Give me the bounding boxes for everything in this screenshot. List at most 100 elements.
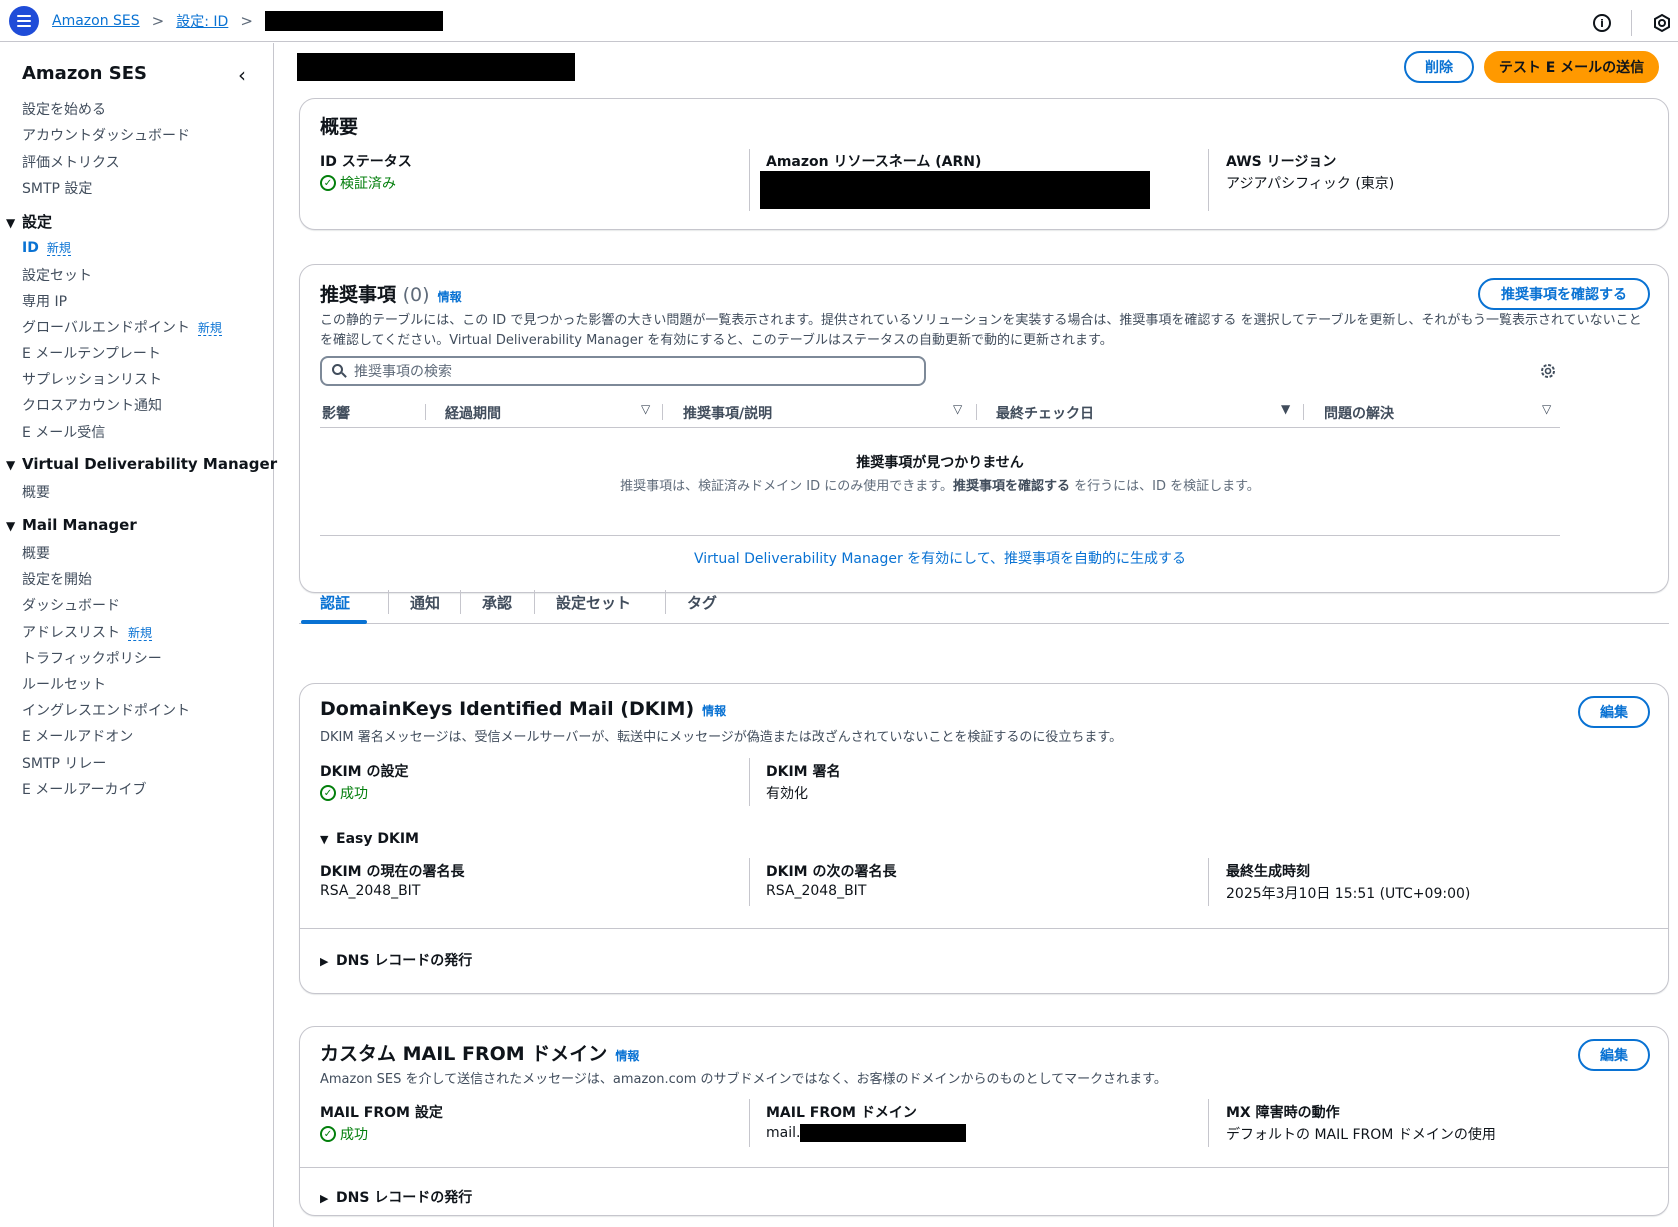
settings-hex-icon[interactable] [1652, 13, 1672, 33]
divider [1631, 10, 1632, 36]
divider [320, 535, 1560, 536]
sidebar-item-mm-getting-started[interactable]: 設定を開始 [22, 569, 92, 589]
sidebar-title[interactable]: Amazon SES [22, 63, 147, 84]
caret-down-icon: ▼ [320, 833, 329, 846]
success-check-icon: ✓ [320, 175, 336, 191]
sidebar-item-mm-overview[interactable]: 概要 [22, 543, 50, 563]
caret-right-icon: ▶ [320, 955, 329, 968]
dkim-title: DomainKeys Identified Mail (DKIM) 情報 [320, 698, 727, 720]
divider [300, 928, 1668, 929]
top-navigation: Amazon SES > 設定: ID > i [0, 0, 1678, 42]
success-check-icon: ✓ [320, 785, 336, 801]
breadcrumb-section[interactable]: 設定: ID [176, 11, 228, 31]
tab-tags[interactable]: タグ [687, 592, 717, 613]
sidebar-item-smtp-settings[interactable]: SMTP 設定 [22, 178, 92, 198]
dkim-next-length-value: RSA_2048_BIT [766, 883, 867, 899]
sort-icon[interactable]: ▽ [641, 402, 650, 416]
mail-from-dns-records-expander[interactable]: ▶ DNS レコードの発行 [320, 1187, 472, 1207]
mail-from-domain-redacted [800, 1124, 967, 1142]
divider [1208, 149, 1209, 211]
column-resolve[interactable]: 問題の解決 [1324, 403, 1394, 423]
dkim-description: DKIM 署名メッセージは、受信メールサーバーが、転送中にメッセージが偽造または… [320, 730, 1123, 745]
dkim-config-value: ✓ 成功 [320, 783, 368, 803]
breadcrumb: Amazon SES > 設定: ID > [52, 11, 443, 31]
caret-right-icon: ▶ [320, 1192, 329, 1205]
sidebar-item-traffic-policies[interactable]: トラフィックポリシー [22, 648, 162, 668]
sidebar-item-vdm-overview[interactable]: 概要 [22, 482, 50, 502]
sidebar-item-email-templates[interactable]: E メールテンプレート [22, 343, 161, 363]
detail-tabs: 認証 通知 承認 設定セット タグ [299, 578, 1669, 624]
divider [749, 758, 750, 806]
sidebar-item-cross-account[interactable]: クロスアカウント通知 [22, 395, 162, 415]
breadcrumb-home[interactable]: Amazon SES [52, 13, 140, 29]
sidebar-item-reputation-metrics[interactable]: 評価メトリクス [22, 152, 120, 172]
gear-icon[interactable] [1539, 362, 1557, 380]
view-recommendations-button[interactable]: 推奨事項を確認する [1478, 278, 1650, 310]
sidebar-item-account-dashboard[interactable]: アカウントダッシュボード [22, 125, 190, 145]
dkim-dns-records-expander[interactable]: ▶ DNS レコードの発行 [320, 950, 472, 970]
sort-icon[interactable]: ▽ [1542, 402, 1551, 416]
sidebar-item-ingress-endpoints[interactable]: イングレスエンドポイント [22, 700, 190, 720]
new-badge: 新規 [46, 241, 71, 256]
sidebar-item-smtp-relay[interactable]: SMTP リレー [22, 753, 106, 773]
column-age[interactable]: 経過期間 [445, 403, 501, 423]
sidebar-item-getting-started[interactable]: 設定を始める [22, 99, 106, 119]
menu-button[interactable] [9, 6, 39, 36]
id-status-label: ID ステータス [320, 154, 412, 170]
sidebar-item-mm-dashboard[interactable]: ダッシュボード [22, 595, 120, 615]
sidebar-item-email-addons[interactable]: E メールアドオン [22, 726, 133, 746]
sidebar-group-settings[interactable]: ▼ 設定 [6, 211, 52, 232]
divider [300, 1167, 1668, 1168]
sidebar-item-global-endpoints[interactable]: グローバルエンドポイント 新規 [22, 317, 222, 337]
easy-dkim-expander[interactable]: ▼ Easy DKIM [320, 831, 419, 847]
tab-configuration-set[interactable]: 設定セット [556, 592, 631, 613]
info-link[interactable]: 情報 [615, 1049, 639, 1063]
dkim-edit-button[interactable]: 編集 [1578, 696, 1650, 728]
send-test-email-button[interactable]: テスト E メールの送信 [1484, 51, 1659, 83]
mail-from-title: カスタム MAIL FROM ドメイン 情報 [320, 1043, 640, 1065]
divider [976, 404, 977, 420]
tab-authentication[interactable]: 認証 [320, 592, 350, 613]
tab-notifications[interactable]: 通知 [410, 592, 440, 613]
mail-from-edit-button[interactable]: 編集 [1578, 1039, 1650, 1071]
sidebar-item-address-lists[interactable]: アドレスリスト 新規 [22, 622, 153, 642]
sidebar-group-vdm[interactable]: ▼ Virtual Deliverability Manager [6, 455, 277, 473]
column-last-checked[interactable]: 最終チェック日 [996, 403, 1094, 423]
arn-label: Amazon リソースネーム (ARN) [766, 154, 982, 170]
sidebar-item-dedicated-ips[interactable]: 専用 IP [22, 291, 67, 311]
info-link[interactable]: 情報 [702, 704, 726, 718]
collapse-sidebar-icon[interactable]: ‹ [238, 63, 246, 87]
arn-value-redacted [760, 171, 1150, 209]
sidebar-item-identities[interactable]: ID 新規 [22, 239, 71, 256]
success-check-icon: ✓ [320, 1126, 336, 1142]
info-icon[interactable]: i [1593, 14, 1611, 32]
sidebar-item-email-receiving[interactable]: E メール受信 [22, 422, 105, 442]
dkim-last-generated-value: 2025年3月10日 15:51 (UTC+09:00) [1226, 886, 1471, 902]
search-icon [332, 364, 347, 378]
info-link[interactable]: 情報 [438, 290, 462, 304]
recommendations-search-input[interactable]: 推奨事項の検索 [320, 356, 926, 386]
sidebar-item-rule-sets[interactable]: ルールセット [22, 674, 106, 694]
mail-from-setting-label: MAIL FROM 設定 [320, 1105, 443, 1121]
enable-vdm-link[interactable]: Virtual Deliverability Manager を有効にして、推奨… [300, 548, 1580, 568]
mail-from-domain-label: MAIL FROM ドメイン [766, 1105, 917, 1121]
caret-down-icon: ▼ [6, 458, 16, 472]
sort-active-icon[interactable]: ▼ [1281, 402, 1290, 416]
caret-down-icon: ▼ [6, 519, 16, 533]
tab-authorization[interactable]: 承認 [482, 592, 512, 613]
column-impact[interactable]: 影響 [322, 403, 350, 423]
dkim-current-length-label: DKIM の現在の署名長 [320, 864, 465, 880]
delete-button[interactable]: 削除 [1404, 51, 1474, 83]
sidebar-item-configuration-sets[interactable]: 設定セット [22, 265, 92, 285]
table-header: 影響 経過期間 ▽ 推奨事項/説明 ▽ 最終チェック日 ▼ 問題の解決 ▽ [320, 398, 1560, 428]
sidebar-item-email-archive[interactable]: E メールアーカイブ [22, 779, 146, 799]
sort-icon[interactable]: ▽ [953, 402, 962, 416]
overview-card: 概要 ID ステータス ✓ 検証済み Amazon リソースネーム (ARN) A… [299, 98, 1669, 230]
sidebar-item-suppression-list[interactable]: サプレッションリスト [22, 369, 162, 389]
mail-from-description: Amazon SES を介して送信されたメッセージは、amazon.com のサ… [320, 1072, 1167, 1087]
column-description[interactable]: 推奨事項/説明 [683, 403, 772, 423]
chevron-right-icon: > [151, 12, 165, 30]
empty-state-title: 推奨事項が見つかりません [856, 455, 1024, 471]
sidebar-group-mail-manager[interactable]: ▼ Mail Manager [6, 516, 137, 534]
dkim-signing-label: DKIM 署名 [766, 764, 841, 780]
